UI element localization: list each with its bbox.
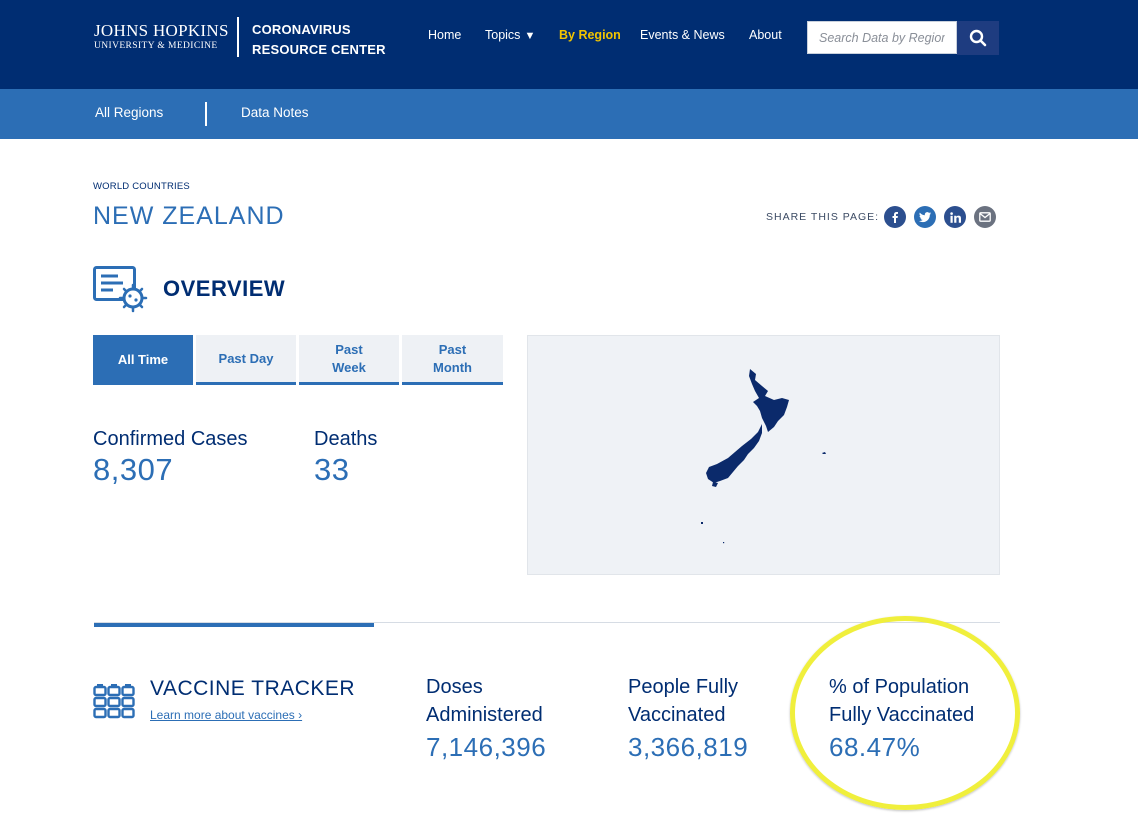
jhu-logo[interactable]: JOHNS HOPKINS UNIVERSITY & MEDICINE (94, 22, 234, 52)
site-title-line2: RESOURCE CENTER (252, 42, 386, 57)
facebook-icon (892, 212, 898, 223)
tab-all-time[interactable]: All Time (93, 335, 193, 385)
site-title[interactable]: CORONAVIRUS RESOURCE CENTER (252, 20, 386, 60)
nav-events-news[interactable]: Events & News (640, 28, 725, 42)
learn-more-vaccines-link[interactable]: Learn more about vaccines › (150, 708, 302, 722)
doses-administered-value: 7,146,396 (426, 732, 547, 762)
confirmed-cases-value: 8,307 (93, 452, 174, 487)
nav-topics[interactable]: Topics ▼ (485, 28, 535, 42)
sub-navigation (0, 89, 1138, 139)
linkedin-icon (949, 211, 961, 223)
twitter-share-button[interactable] (914, 206, 936, 228)
page-title: NEW ZEALAND (93, 202, 285, 230)
caret-down-icon: ▼ (524, 30, 536, 42)
vaccine-section-accent (94, 623, 374, 627)
tab-past-month[interactable]: Past Month (402, 335, 503, 385)
pct-population-vaccinated-value: 68.47% (829, 732, 921, 762)
pct-population-vaccinated-label: % of Population Fully Vaccinated (829, 676, 975, 726)
tab-past-day[interactable]: Past Day (196, 335, 296, 385)
search-button[interactable] (957, 21, 999, 55)
people-fully-vaccinated-value: 3,366,819 (628, 732, 749, 762)
email-icon (979, 212, 991, 222)
share-label: SHARE THIS PAGE: (766, 211, 880, 223)
nav-home[interactable]: Home (428, 28, 461, 42)
vaccine-tracker-title: VACCINE TRACKER (150, 677, 356, 700)
deaths-label: Deaths (314, 428, 378, 450)
facebook-share-button[interactable] (884, 206, 906, 228)
subnav-divider (205, 102, 207, 126)
email-share-button[interactable] (974, 206, 996, 228)
overview-chart-icon (93, 266, 148, 313)
vaccine-vials-icon (93, 684, 135, 719)
search-icon (969, 29, 987, 47)
breadcrumb[interactable]: WORLD COUNTRIES (93, 181, 190, 192)
deaths-value: 33 (314, 452, 350, 487)
doses-administered-label: Doses Administered (426, 676, 543, 726)
new-zealand-map-shape (701, 369, 826, 544)
logo-line1: JOHNS HOPKINS (94, 21, 229, 40)
logo-divider (237, 17, 239, 57)
people-fully-vaccinated-label: People Fully Vaccinated (628, 676, 739, 726)
country-map[interactable] (527, 335, 1000, 575)
nav-about[interactable]: About (749, 28, 782, 42)
overview-title: OVERVIEW (163, 276, 286, 301)
subnav-all-regions[interactable]: All Regions (95, 105, 163, 120)
search-input[interactable] (807, 21, 957, 54)
nav-topics-label: Topics (485, 28, 521, 42)
tab-past-week[interactable]: Past Week (299, 335, 399, 385)
linkedin-share-button[interactable] (944, 206, 966, 228)
logo-line2: UNIVERSITY & MEDICINE (94, 41, 218, 51)
nav-by-region[interactable]: By Region (559, 28, 621, 42)
confirmed-cases-label: Confirmed Cases (93, 428, 248, 450)
twitter-icon (919, 211, 931, 222)
site-title-line1: CORONAVIRUS (252, 22, 351, 37)
subnav-data-notes[interactable]: Data Notes (241, 105, 309, 120)
